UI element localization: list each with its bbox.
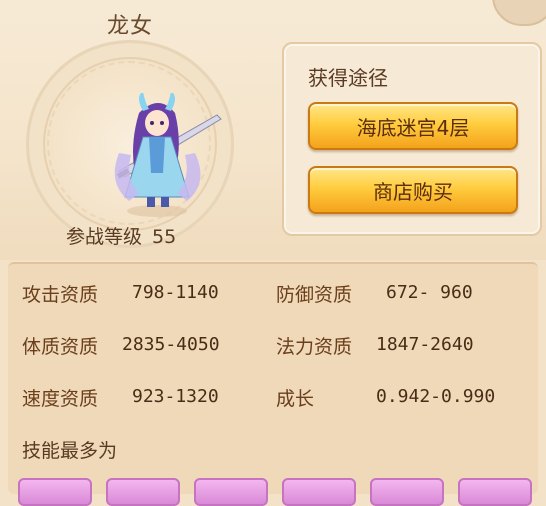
dragon-girl-sprite [114,93,222,217]
stat-label-mana: 法力资质 [276,336,353,358]
obtain-shop-button[interactable]: 商店购买 [308,166,518,214]
skills-heading: 技能最多为 [22,440,118,462]
skill-slot-6[interactable] [458,478,532,506]
stat-value-defense: 672- 960 [386,282,473,303]
stat-value-speed: 923-1320 [132,386,219,407]
combat-level: 参战等级 55 [66,222,176,249]
stat-label-speed: 速度资质 [22,388,99,410]
stat-label-attack: 攻击资质 [22,284,99,306]
combat-level-label: 参战等级 [66,226,143,248]
obtain-dungeon-button[interactable]: 海底迷宫4层 [308,102,518,150]
skill-slot-3[interactable] [194,478,268,506]
stat-label-defense: 防御资质 [276,284,353,306]
skill-slot-2[interactable] [106,478,180,506]
stat-label-growth: 成长 [276,388,315,410]
stat-value-growth: 0.942-0.990 [376,386,496,407]
obtain-method-title: 获得途径 [308,66,388,90]
aptitude-stats-panel: 攻击资质 798-1140 防御资质 672- 960 体质资质 2835-40… [8,262,538,506]
stat-value-attack: 798-1140 [132,282,219,303]
skill-slot-5[interactable] [370,478,444,506]
pet-portrait-medallion [26,40,234,248]
obtain-method-panel: 获得途径 海底迷宫4层 商店购买 [282,42,542,236]
stat-value-mana: 1847-2640 [376,334,474,355]
stat-label-constitution: 体质资质 [22,336,99,358]
skill-slot-1[interactable] [18,478,92,506]
pet-name: 龙女 [106,14,153,39]
combat-level-value: 55 [152,226,177,248]
skill-slot-4[interactable] [282,478,356,506]
stat-value-constitution: 2835-4050 [122,334,220,355]
